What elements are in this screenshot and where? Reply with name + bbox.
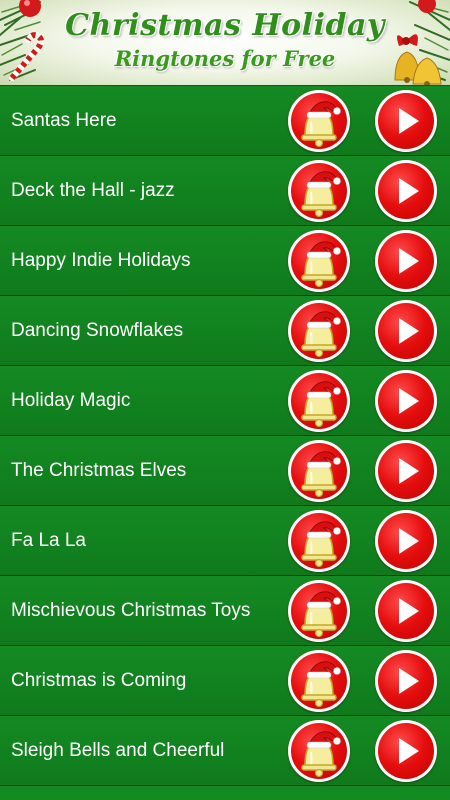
- play-button[interactable]: [375, 160, 437, 222]
- ringtone-title[interactable]: Holiday Magic: [11, 366, 130, 435]
- ringtone-row-partial: [0, 786, 450, 800]
- play-icon: [399, 598, 419, 624]
- bell-santa-hat-icon: [301, 171, 341, 218]
- play-button[interactable]: [375, 440, 437, 502]
- ringtone-title[interactable]: Deck the Hall - jazz: [11, 156, 175, 225]
- ringtone-row: Sleigh Bells and Cheerful: [0, 716, 450, 786]
- ringtone-row: Christmas is Coming: [0, 646, 450, 716]
- bell-santa-hat-icon: [301, 661, 341, 708]
- ringtone-row: Deck the Hall - jazz: [0, 156, 450, 226]
- set-ringtone-button[interactable]: [288, 230, 350, 292]
- play-button[interactable]: [375, 370, 437, 432]
- play-button[interactable]: [375, 580, 437, 642]
- ringtone-row: Dancing Snowflakes: [0, 296, 450, 366]
- set-ringtone-button[interactable]: [288, 510, 350, 572]
- set-ringtone-button[interactable]: [288, 650, 350, 712]
- bell-santa-hat-icon: [301, 101, 341, 148]
- play-button[interactable]: [375, 650, 437, 712]
- play-button[interactable]: [375, 720, 437, 782]
- play-icon: [399, 528, 419, 554]
- set-ringtone-button[interactable]: [288, 160, 350, 222]
- play-button[interactable]: [375, 510, 437, 572]
- app-root: Christmas Holiday Ringtones for Free San…: [0, 0, 450, 800]
- set-ringtone-button[interactable]: [288, 90, 350, 152]
- bell-santa-hat-icon: [301, 241, 341, 288]
- play-icon: [399, 458, 419, 484]
- set-ringtone-button[interactable]: [288, 300, 350, 362]
- pine-bells-bow-decoration-icon: [394, 0, 450, 85]
- ringtone-title[interactable]: Santas Here: [11, 86, 117, 155]
- ringtone-title[interactable]: The Christmas Elves: [11, 436, 186, 505]
- set-ringtone-button[interactable]: [288, 580, 350, 642]
- ringtone-row: Mischievous Christmas Toys: [0, 576, 450, 646]
- ringtone-title[interactable]: Christmas is Coming: [11, 646, 186, 715]
- set-ringtone-button[interactable]: [288, 440, 350, 502]
- play-icon: [399, 668, 419, 694]
- ringtone-title[interactable]: Happy Indie Holidays: [11, 226, 191, 295]
- play-button[interactable]: [375, 300, 437, 362]
- ringtone-row: Holiday Magic: [0, 366, 450, 436]
- set-ringtone-button[interactable]: [288, 370, 350, 432]
- header-banner: Christmas Holiday Ringtones for Free: [0, 0, 450, 86]
- play-icon: [399, 248, 419, 274]
- play-icon: [399, 388, 419, 414]
- play-icon: [399, 178, 419, 204]
- play-icon: [399, 318, 419, 344]
- ringtone-list: Santas Here Deck the Hall - jazz Happy I…: [0, 86, 450, 800]
- ringtone-row: The Christmas Elves: [0, 436, 450, 506]
- ringtone-title[interactable]: Sleigh Bells and Cheerful: [11, 716, 224, 785]
- ringtone-title[interactable]: Mischievous Christmas Toys: [11, 576, 250, 645]
- play-button[interactable]: [375, 90, 437, 152]
- ringtone-title[interactable]: Fa La La: [11, 506, 86, 575]
- bell-santa-hat-icon: [301, 381, 341, 428]
- ringtone-title[interactable]: Dancing Snowflakes: [11, 296, 183, 365]
- bell-santa-hat-icon: [301, 311, 341, 358]
- play-icon: [399, 108, 419, 134]
- set-ringtone-button[interactable]: [288, 720, 350, 782]
- ringtone-row: Fa La La: [0, 506, 450, 576]
- play-button[interactable]: [375, 230, 437, 292]
- bell-santa-hat-icon: [301, 451, 341, 498]
- ringtone-row: Happy Indie Holidays: [0, 226, 450, 296]
- bell-santa-hat-icon: [301, 591, 341, 638]
- bell-santa-hat-icon: [301, 521, 341, 568]
- bell-santa-hat-icon: [301, 731, 341, 778]
- play-icon: [399, 738, 419, 764]
- ringtone-row: Santas Here: [0, 86, 450, 156]
